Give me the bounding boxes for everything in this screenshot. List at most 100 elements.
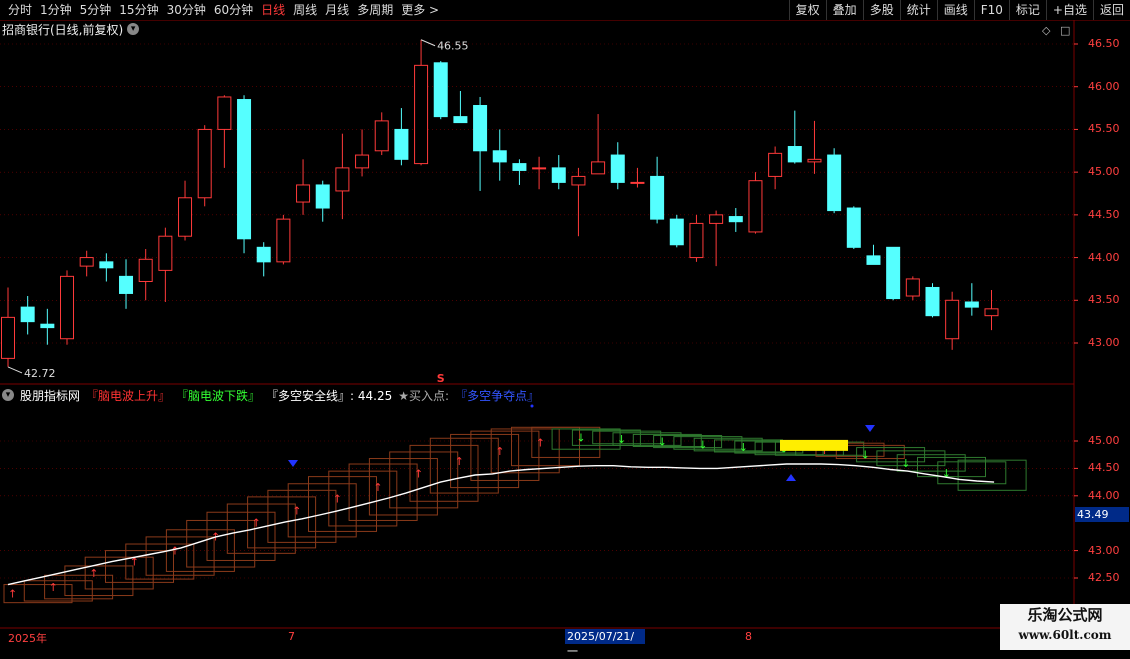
period-4[interactable]: 30分钟 bbox=[163, 0, 210, 20]
toolbar-button-5[interactable]: F10 bbox=[973, 0, 1009, 20]
period-3[interactable]: 15分钟 bbox=[115, 0, 162, 20]
axis-tick-label: 43.50 bbox=[1088, 293, 1120, 307]
candle-body bbox=[905, 278, 920, 297]
candle-body bbox=[99, 261, 114, 269]
down-arrow-icon: ↓ bbox=[576, 432, 585, 445]
wave-box bbox=[3, 584, 73, 604]
candle-body bbox=[669, 218, 684, 246]
down-arrow-icon: ↓ bbox=[861, 449, 870, 462]
wave-box bbox=[165, 529, 235, 572]
wave-box bbox=[876, 450, 946, 467]
toolbar-button-2[interactable]: 多股 bbox=[862, 0, 900, 20]
toolbar-right-buttons: 复权 叠加 多股 统计 画线 F10 标记 +自选 返回 bbox=[788, 0, 1130, 20]
fall-label: 『脑电波下跌』 bbox=[176, 388, 261, 403]
chevron-down-icon[interactable]: ▾ bbox=[127, 23, 140, 35]
candle-body bbox=[453, 116, 468, 124]
diamond-icon[interactable]: ◇ bbox=[1042, 24, 1050, 37]
wave-box bbox=[632, 433, 702, 447]
candle-body bbox=[945, 299, 960, 340]
period-6[interactable]: 日线 bbox=[257, 0, 289, 20]
up-arrow-icon: ↑ bbox=[252, 516, 261, 529]
toolbar-button-8[interactable]: 返回 bbox=[1092, 0, 1130, 20]
sell-marker-icon bbox=[865, 425, 875, 432]
buy-marker-icon bbox=[786, 474, 796, 481]
candle-body bbox=[551, 167, 566, 183]
down-arrow-icon: ↓ bbox=[942, 467, 951, 480]
candle-body bbox=[1, 316, 15, 359]
down-arrow-icon: ↓ bbox=[779, 443, 788, 456]
axis-tick-label: 45.00 bbox=[1088, 434, 1120, 447]
wave-box bbox=[653, 435, 723, 449]
main-chart-title: 招商银行(日线,前复权) ▾ bbox=[2, 21, 140, 37]
toolbar-button-1[interactable]: 叠加 bbox=[825, 0, 863, 20]
candle-body bbox=[492, 150, 507, 163]
toolbar-button-4[interactable]: 画线 bbox=[936, 0, 974, 20]
wave-box bbox=[226, 503, 296, 554]
wave-box bbox=[531, 426, 601, 458]
toolbar-button-6[interactable]: 标记 bbox=[1008, 0, 1046, 20]
wave-box bbox=[835, 444, 905, 460]
toolbar-button-0[interactable]: 复权 bbox=[788, 0, 826, 20]
candle-body bbox=[374, 120, 389, 152]
candle-body bbox=[866, 255, 881, 265]
candle-body bbox=[728, 216, 743, 223]
wave-box bbox=[125, 543, 195, 580]
candle-body bbox=[473, 105, 488, 152]
up-arrow-icon: ↑ bbox=[414, 467, 423, 480]
up-arrow-icon: ↑ bbox=[170, 545, 179, 558]
period-7[interactable]: 周线 bbox=[289, 0, 321, 20]
watermark: 乐淘公式网 www.60lt.com bbox=[1000, 604, 1130, 650]
wave-box bbox=[714, 439, 783, 453]
candle-body bbox=[237, 99, 252, 240]
candle-body bbox=[355, 154, 370, 169]
wave-box bbox=[795, 441, 865, 456]
candle-body bbox=[276, 218, 291, 263]
axis-tick-label: 46.50 bbox=[1088, 37, 1120, 50]
candle-body bbox=[610, 154, 625, 183]
candle-body bbox=[886, 246, 901, 300]
wave-box bbox=[368, 458, 438, 516]
date-month-8: 8 bbox=[745, 630, 752, 643]
current-price-tag: 43.49 bbox=[1075, 507, 1129, 522]
period-2[interactable]: 5分钟 bbox=[76, 0, 116, 20]
buy-point-label: ★买入点: bbox=[398, 388, 450, 403]
up-arrow-icon: ↑ bbox=[536, 436, 545, 449]
up-arrow-icon: ↑ bbox=[8, 588, 17, 601]
wave-box bbox=[571, 429, 641, 446]
axis-tick-label: 43.00 bbox=[1088, 543, 1120, 557]
sell-marker-icon bbox=[288, 460, 298, 467]
period-5[interactable]: 60分钟 bbox=[210, 0, 257, 20]
period-10[interactable]: 更多 > bbox=[397, 0, 443, 20]
low-pointer bbox=[7, 366, 23, 374]
candle-body bbox=[79, 257, 94, 267]
wave-box bbox=[896, 454, 966, 472]
period-9[interactable]: 多周期 bbox=[353, 0, 397, 20]
square-icon[interactable]: □ bbox=[1060, 24, 1070, 37]
up-arrow-icon: ↑ bbox=[455, 455, 464, 468]
candle-body bbox=[768, 152, 783, 177]
wave-box bbox=[673, 436, 743, 450]
candle-body bbox=[650, 175, 665, 220]
wave-box bbox=[490, 428, 560, 474]
wave-box bbox=[774, 441, 844, 456]
period-1[interactable]: 1分钟 bbox=[36, 0, 76, 20]
period-8[interactable]: 月线 bbox=[321, 0, 353, 20]
wave-box bbox=[754, 441, 824, 456]
toolbar-button-3[interactable]: 统计 bbox=[899, 0, 937, 20]
kline-chart[interactable]: 46.55 42.72 S ↑ ↑ ↑ ↑ ↑ ↑ ↑ ↑ ↑ ↑ ↑ ↑ ↑ ↑ ↓ ↓ ↓ ↓ ↓ ↓ ↑ ↓ ↓ ↓ bbox=[0, 0, 1130, 650]
candle-body bbox=[630, 181, 645, 184]
period-0[interactable]: 分时 bbox=[4, 0, 36, 20]
candle-body bbox=[925, 286, 940, 317]
up-arrow-icon: ↑ bbox=[130, 556, 139, 569]
up-arrow-icon: ↑ bbox=[333, 493, 342, 506]
wave-box bbox=[917, 456, 986, 478]
chevron-down-icon[interactable]: ▾ bbox=[2, 389, 14, 401]
candle-body bbox=[60, 275, 75, 340]
wave-box bbox=[450, 433, 520, 489]
toolbar: 分时 1分钟 5分钟 15分钟 30分钟 60分钟 日线 周线 月线 多周期 更多 > 复权 叠加 多股… bbox=[0, 0, 1130, 21]
wave-box bbox=[186, 519, 256, 568]
candle-body bbox=[591, 161, 606, 175]
axis-tick-label: 44.50 bbox=[1088, 461, 1120, 475]
wave-box bbox=[328, 470, 398, 527]
toolbar-button-7[interactable]: +自选 bbox=[1045, 0, 1093, 20]
